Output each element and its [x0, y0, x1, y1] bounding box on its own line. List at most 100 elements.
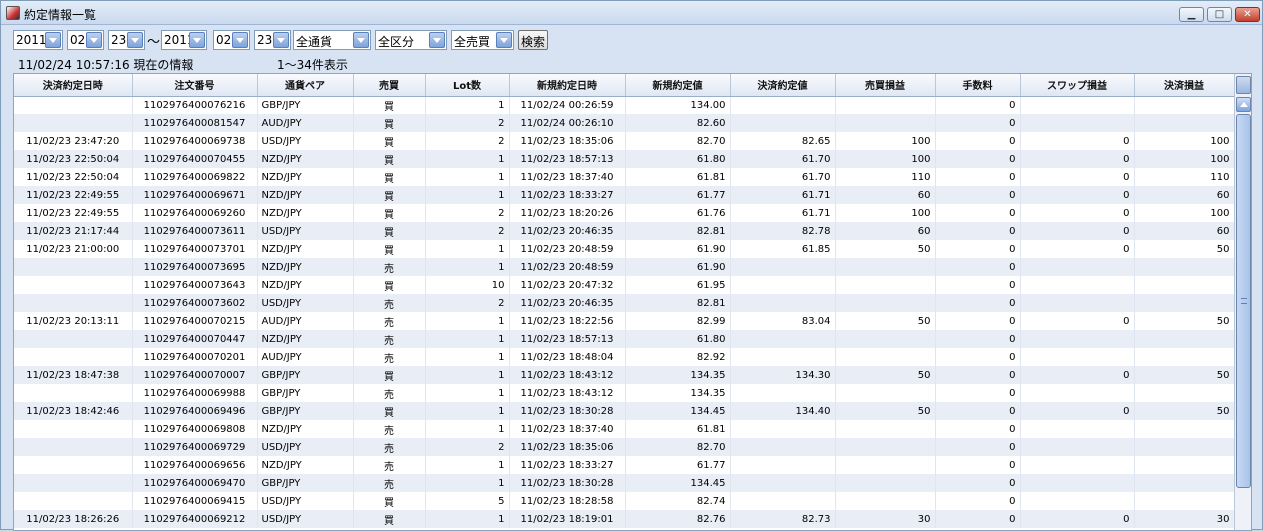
table-row[interactable]: 1102976400069470 GBP/JPY 売 1 11/02/23 18:30:…	[14, 474, 1235, 492]
cell-lot: 2	[425, 204, 510, 222]
chevron-down-icon[interactable]	[429, 32, 445, 48]
chevron-down-icon[interactable]	[45, 32, 61, 48]
cell-order-number: 1102976400073695	[132, 258, 258, 276]
table-header-row: 決済約定日時 注文番号 通貨ペア 売買 Lot数 新規約定日時 新規約定値 決済約定値 売買損益…	[14, 74, 1235, 97]
cell-trade-pl: 50	[835, 240, 936, 258]
table-row[interactable]: 1102976400069415 USD/JPY 買 5 11/02/23 18:28:…	[14, 492, 1235, 510]
column-header-settle-time[interactable]: 決済約定日時	[14, 74, 133, 97]
cell-settle-pl: 50	[1134, 402, 1235, 420]
column-header-settle-price[interactable]: 決済約定値	[730, 74, 836, 97]
cell-lot: 1	[425, 420, 510, 438]
from-year-select[interactable]: 2011	[13, 30, 63, 50]
cell-settle-pl: 50	[1134, 312, 1235, 330]
cell-fee: 0	[935, 438, 1021, 456]
table-row[interactable]: 11/02/23 20:13:11 1102976400070215 AUD/JPY…	[14, 312, 1235, 330]
table-row[interactable]: 1102976400073695 NZD/JPY 売 1 11/02/23 20:48:…	[14, 258, 1235, 276]
table-row[interactable]: 1102976400069988 GBP/JPY 売 1 11/02/23 18:43:…	[14, 384, 1235, 402]
cell-settle-time	[14, 258, 133, 276]
cell-order-number: 1102976400069496	[132, 402, 258, 420]
table-row[interactable]: 11/02/23 22:49:55 1102976400069260 NZD/JPY…	[14, 204, 1235, 222]
table-row[interactable]: 1102976400070447 NZD/JPY 売 1 11/02/23 18:57:…	[14, 330, 1235, 348]
close-button[interactable]: ✕	[1235, 7, 1260, 22]
cell-side: 売	[353, 384, 426, 402]
cell-lot: 1	[425, 330, 510, 348]
column-header-order-number[interactable]: 注文番号	[132, 74, 258, 97]
title-bar[interactable]: 約定情報一覧 ▁ □ ✕	[1, 1, 1262, 25]
table-row[interactable]: 11/02/23 22:50:04 1102976400069822 NZD/JPY…	[14, 168, 1235, 186]
table-row[interactable]: 1102976400073602 USD/JPY 売 2 11/02/23 20:46:…	[14, 294, 1235, 312]
chevron-down-icon[interactable]	[273, 32, 289, 48]
currency-select[interactable]: 全通貨	[293, 30, 371, 50]
vertical-scrollbar[interactable]	[1234, 74, 1251, 530]
side-select[interactable]: 全売買	[451, 30, 514, 50]
from-year-value: 2011	[16, 33, 47, 47]
scroll-up-button[interactable]	[1236, 97, 1251, 112]
table-row[interactable]: 11/02/23 22:49:55 1102976400069671 NZD/JPY…	[14, 186, 1235, 204]
cell-order-number: 1102976400069822	[132, 168, 258, 186]
cell-open-price: 61.77	[625, 456, 731, 474]
cell-swap-pl: 0	[1020, 150, 1135, 168]
scroll-thumb[interactable]	[1236, 114, 1251, 488]
column-header-open-price[interactable]: 新規約定値	[625, 74, 731, 97]
cell-settle-pl: 110	[1134, 168, 1235, 186]
table-row[interactable]: 11/02/23 18:42:46 1102976400069496 GBP/JPY…	[14, 402, 1235, 420]
to-day-select[interactable]: 23	[254, 30, 291, 50]
chevron-down-icon[interactable]	[496, 32, 512, 48]
table-row[interactable]: 1102976400069729 USD/JPY 売 2 11/02/23 18:35:…	[14, 438, 1235, 456]
to-month-select[interactable]: 02	[213, 30, 250, 50]
cell-open-time: 11/02/23 18:37:40	[509, 168, 626, 186]
cell-currency-pair: NZD/JPY	[257, 168, 354, 186]
cell-currency-pair: NZD/JPY	[257, 150, 354, 168]
column-header-settle-pl[interactable]: 決済損益	[1134, 74, 1235, 97]
cell-currency-pair: NZD/JPY	[257, 240, 354, 258]
column-header-trade-pl[interactable]: 売買損益	[835, 74, 936, 97]
cell-settle-pl	[1134, 276, 1235, 294]
table-row[interactable]: 11/02/23 18:26:26 1102976400069212 USD/JPY…	[14, 510, 1235, 528]
cell-settle-price: 83.04	[730, 312, 836, 330]
cell-settle-price	[730, 438, 836, 456]
search-button[interactable]: 検索	[518, 30, 548, 50]
cell-open-time: 11/02/23 18:57:13	[509, 150, 626, 168]
info-timestamp: 11/02/24 10:57:16 現在の情報	[18, 58, 194, 72]
table-row[interactable]: 11/02/23 21:00:00 1102976400073701 NZD/JPY…	[14, 240, 1235, 258]
cell-swap-pl: 0	[1020, 222, 1135, 240]
chevron-down-icon[interactable]	[86, 32, 102, 48]
table-row[interactable]: 11/02/23 23:47:20 1102976400069738 USD/JPY…	[14, 132, 1235, 150]
table-row[interactable]: 1102976400069656 NZD/JPY 売 1 11/02/23 18:33:…	[14, 456, 1235, 474]
maximize-button[interactable]: □	[1207, 7, 1232, 22]
cell-settle-price: 61.70	[730, 168, 836, 186]
column-chooser-icon[interactable]	[1236, 76, 1251, 94]
table-row[interactable]: 1102976400070201 AUD/JPY 売 1 11/02/23 18:48:…	[14, 348, 1235, 366]
cell-fee: 0	[935, 330, 1021, 348]
cell-swap-pl: 0	[1020, 240, 1135, 258]
from-day-select[interactable]: 23	[108, 30, 145, 50]
column-header-open-time[interactable]: 新規約定日時	[509, 74, 626, 97]
chevron-down-icon[interactable]	[127, 32, 143, 48]
column-header-lot[interactable]: Lot数	[425, 74, 510, 97]
column-header-fee[interactable]: 手数料	[935, 74, 1021, 97]
column-header-currency-pair[interactable]: 通貨ペア	[257, 74, 354, 97]
chevron-down-icon[interactable]	[353, 32, 369, 48]
chevron-down-icon[interactable]	[232, 32, 248, 48]
table-row[interactable]: 1102976400069808 NZD/JPY 売 1 11/02/23 18:37:…	[14, 420, 1235, 438]
from-month-select[interactable]: 02	[67, 30, 104, 50]
table-row[interactable]: 11/02/23 22:50:04 1102976400070455 NZD/JPY…	[14, 150, 1235, 168]
cell-swap-pl: 0	[1020, 168, 1135, 186]
cell-open-price: 134.45	[625, 402, 731, 420]
table-row[interactable]: 1102976400076216 GBP/JPY 買 1 11/02/24 00:26:…	[14, 96, 1235, 114]
cell-lot: 1	[425, 384, 510, 402]
table-row[interactable]: 1102976400081547 AUD/JPY 買 2 11/02/24 00:26:…	[14, 114, 1235, 132]
cell-settle-pl	[1134, 456, 1235, 474]
table-row[interactable]: 11/02/23 21:17:44 1102976400073611 USD/JPY…	[14, 222, 1235, 240]
table-row[interactable]: 11/02/23 18:47:38 1102976400070007 GBP/JPY…	[14, 366, 1235, 384]
cell-open-price: 134.45	[625, 474, 731, 492]
table-row[interactable]: 1102976400073643 NZD/JPY 買 10 11/02/23 20:47…	[14, 276, 1235, 294]
minimize-button[interactable]: ▁	[1179, 7, 1204, 22]
chevron-down-icon[interactable]	[189, 32, 205, 48]
cell-trade-pl	[835, 348, 936, 366]
category-select[interactable]: 全区分	[375, 30, 447, 50]
to-year-select[interactable]: 2011	[161, 30, 207, 50]
column-header-side[interactable]: 売買	[353, 74, 426, 97]
cell-settle-pl	[1134, 258, 1235, 276]
column-header-swap-pl[interactable]: スワップ損益	[1020, 74, 1135, 97]
